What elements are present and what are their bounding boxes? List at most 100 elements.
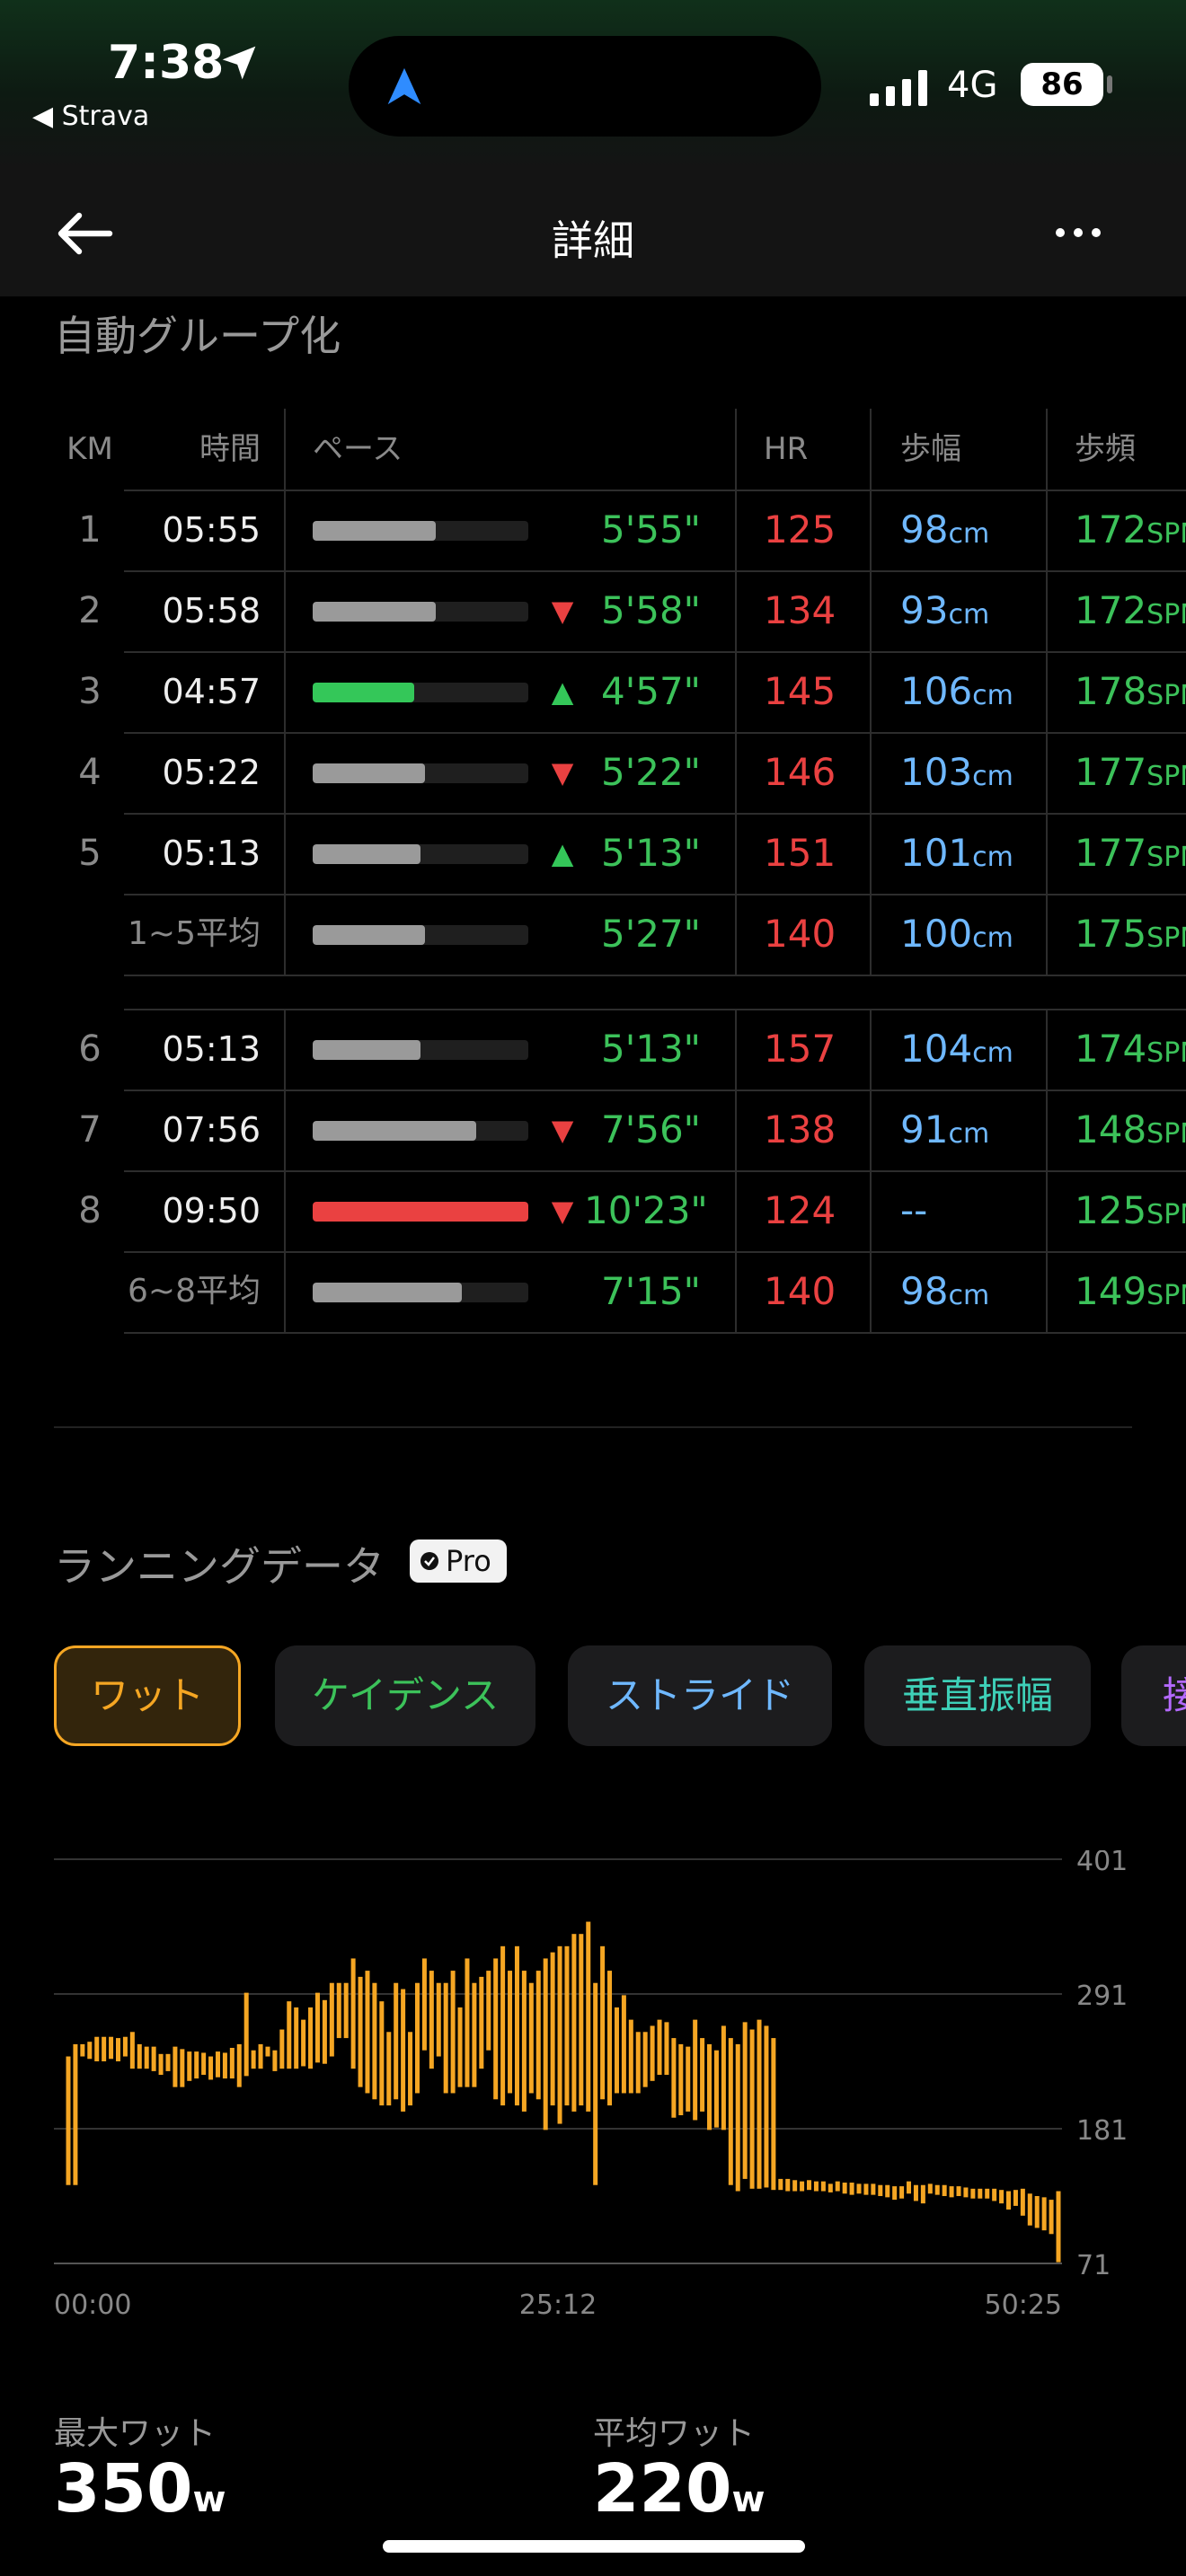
pro-gear-icon	[420, 1552, 438, 1570]
chip-watt-label: ワット	[90, 1673, 204, 1717]
dynamic-island	[349, 36, 821, 137]
power-bar	[229, 2048, 235, 2079]
split-km: 5	[78, 833, 102, 874]
power-bar	[557, 1945, 562, 2124]
power-bar	[80, 2043, 85, 2057]
power-bar	[215, 2051, 220, 2078]
power-bar	[294, 2007, 299, 2069]
chip-vertical-oscillation[interactable]: 垂直振幅	[864, 1645, 1091, 1746]
split-stride-value: 104	[900, 1027, 973, 1071]
power-bar	[907, 2181, 912, 2194]
split-cadence-value: 177	[1075, 750, 1147, 794]
power-bar	[771, 2038, 776, 2191]
split-time: 09:50	[162, 1191, 261, 1231]
split-time: 05:22	[162, 753, 261, 792]
power-bar	[236, 2043, 242, 2087]
power-bar	[913, 2184, 918, 2201]
pace-trend-icon	[544, 1251, 580, 1332]
power-bar	[1013, 2190, 1018, 2206]
splits-section-title: 自動グループ化	[54, 312, 341, 360]
split-heart-rate: 145	[764, 669, 836, 713]
power-bar	[1027, 2193, 1032, 2226]
power-bar	[308, 2007, 314, 2069]
pace-slower-arrow-icon: ▼	[551, 1194, 574, 1228]
power-bar	[785, 2178, 791, 2192]
split-row-km: 8 09:50 ▼ 10'23" 124 -- 125SPM	[0, 1170, 1186, 1251]
split-pace: 5'13"	[600, 1027, 701, 1071]
cadence-unit: SPM	[1146, 1280, 1186, 1311]
split-pace: 4'57"	[600, 669, 701, 713]
table-column-divider	[284, 1009, 286, 1332]
split-stride: 101cm	[900, 813, 1013, 894]
split-cadence: 175SPM	[1075, 894, 1186, 975]
power-bar	[314, 1992, 320, 2063]
cadence-unit: SPM	[1146, 680, 1186, 711]
y-tick-label: 71	[1076, 2250, 1111, 2281]
split-stride-value: 100	[900, 912, 973, 956]
power-bar	[1056, 2191, 1061, 2263]
power-bar	[543, 1958, 548, 2130]
power-bar	[992, 2188, 997, 2201]
back-to-app-link[interactable]: ◀ Strava	[32, 101, 149, 132]
split-cadence: 177SPM	[1075, 732, 1186, 813]
power-bar	[642, 2032, 648, 2087]
stride-header: 歩幅	[900, 431, 961, 467]
power-bar	[764, 2025, 769, 2188]
table-column-divider	[735, 1009, 737, 1332]
power-bar	[372, 1982, 377, 2100]
chip-cadence[interactable]: ケイデンス	[275, 1645, 535, 1746]
power-bar	[942, 2184, 947, 2196]
pace-header: ペース	[313, 431, 403, 467]
pace-bar-fill	[313, 602, 436, 622]
stride-unit: cm	[972, 761, 1013, 792]
power-bar	[472, 1982, 477, 2087]
power-bar	[899, 2186, 905, 2199]
cadence-unit: SPM	[1146, 1037, 1186, 1069]
power-bar	[457, 2007, 463, 2087]
power-bar	[329, 1982, 334, 2057]
pace-faster-arrow-icon: ▲	[551, 836, 574, 870]
power-bar	[614, 2007, 619, 2094]
power-bar	[129, 2032, 135, 2069]
hr-header: HR	[764, 431, 809, 467]
split-time: 6~8平均	[128, 1273, 261, 1310]
chip-watt[interactable]: ワット	[54, 1645, 241, 1746]
power-bar	[94, 2036, 100, 2061]
power-bar	[920, 2184, 925, 2204]
power-bar	[265, 2046, 270, 2057]
power-bar	[279, 2029, 285, 2069]
power-bar	[835, 2181, 840, 2192]
pace-bar	[313, 925, 528, 945]
power-bar	[287, 2001, 292, 2069]
split-time: 05:55	[162, 510, 261, 550]
power-bar	[1006, 2191, 1012, 2210]
chip-contact-time[interactable]: 接	[1121, 1645, 1186, 1746]
time-header: 時間	[199, 431, 261, 467]
more-options-icon[interactable]	[1051, 219, 1105, 246]
power-bar	[713, 2050, 719, 2128]
power-bar	[1041, 2197, 1047, 2231]
power-bar	[122, 2036, 128, 2057]
pace-trend-icon	[544, 894, 580, 975]
splits-table: KM 時間 ペース HR 歩幅 歩頻 1 05:55 5'55" 125 98cm 172…	[0, 409, 1186, 1361]
split-pace: 5'22"	[600, 750, 701, 794]
table-column-divider	[1046, 409, 1048, 975]
split-stride: --	[900, 1170, 927, 1251]
split-pace: 10'23"	[584, 1188, 708, 1232]
table-column-divider	[870, 1009, 872, 1332]
home-indicator[interactable]	[383, 2540, 805, 2553]
split-time: 05:13	[162, 1029, 261, 1069]
chip-stride[interactable]: ストライド	[568, 1645, 832, 1746]
power-bar	[927, 2183, 933, 2194]
split-pace: 7'15"	[600, 1269, 701, 1313]
split-cadence-value: 177	[1075, 831, 1147, 875]
x-tick-label: 25:12	[519, 2289, 597, 2317]
pace-trend-icon	[544, 1009, 580, 1090]
power-bar	[934, 2184, 940, 2195]
power-bar	[436, 1982, 441, 2057]
power-bar	[621, 1995, 626, 2094]
max-power-label: 最大ワット	[54, 2415, 217, 2452]
split-heart-rate: 124	[764, 1188, 836, 1232]
cadence-unit: SPM	[1146, 922, 1186, 954]
power-bar	[243, 1992, 249, 2077]
